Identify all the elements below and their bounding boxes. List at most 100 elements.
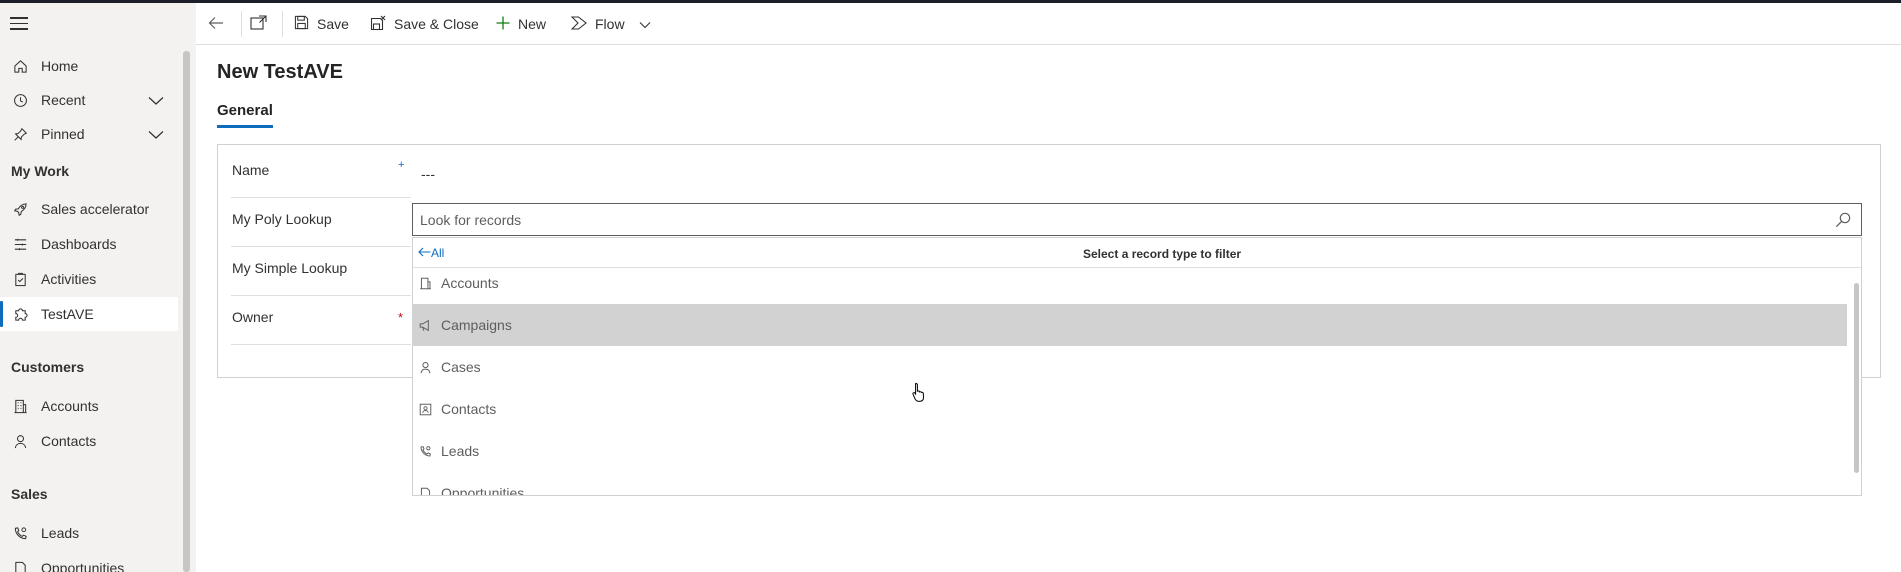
save-close-icon bbox=[370, 15, 386, 34]
clipboard-icon bbox=[10, 272, 30, 287]
sidebar-group-my-work: My Work bbox=[11, 163, 70, 179]
record-type-opportunities[interactable]: Opportunities bbox=[413, 472, 1847, 496]
search-placeholder: Look for records bbox=[420, 211, 522, 228]
document-icon bbox=[419, 487, 433, 495]
open-in-window-icon bbox=[250, 15, 267, 33]
poly-lookup-search-input[interactable]: Look for records bbox=[412, 203, 1862, 236]
sidebar-item-label: Recent bbox=[41, 92, 86, 108]
save-label: Save bbox=[317, 16, 349, 32]
record-type-contacts[interactable]: Contacts bbox=[413, 388, 1847, 430]
phone-person-icon bbox=[10, 526, 30, 541]
chevron-down-icon[interactable] bbox=[639, 16, 651, 32]
hand-pointer-cursor-icon bbox=[912, 382, 926, 405]
flow-label: Flow bbox=[595, 16, 625, 32]
sidebar-item-label: Leads bbox=[41, 525, 80, 541]
required-marker: * bbox=[398, 310, 404, 325]
sidebar-item-recent[interactable]: Recent bbox=[0, 83, 178, 117]
sidebar-item-dashboards[interactable]: Dashboards bbox=[0, 227, 178, 261]
toolbar-divider bbox=[241, 11, 242, 37]
sidebar-item-leads[interactable]: Leads bbox=[0, 516, 178, 550]
field-divider bbox=[231, 197, 411, 198]
sidebar-item-contacts[interactable]: Contacts bbox=[0, 424, 178, 458]
new-label: New bbox=[518, 16, 547, 32]
sidebar-item-label: Opportunities bbox=[41, 560, 125, 572]
sidebar-item-home[interactable]: Home bbox=[0, 49, 178, 83]
open-new-window-button[interactable] bbox=[250, 3, 267, 45]
sidebar-scrollbar[interactable] bbox=[183, 51, 190, 572]
record-type-cases[interactable]: Cases bbox=[413, 346, 1847, 388]
recommended-marker: + bbox=[398, 159, 405, 171]
flow-button[interactable]: Flow bbox=[570, 3, 651, 45]
home-icon bbox=[10, 59, 30, 74]
sidebar-item-label: TestAVE bbox=[41, 306, 94, 322]
pin-icon bbox=[10, 127, 30, 142]
hamburger-menu-icon[interactable] bbox=[10, 17, 28, 31]
chevron-down-icon[interactable] bbox=[148, 127, 164, 143]
save-icon bbox=[294, 15, 309, 33]
new-button[interactable]: New bbox=[496, 3, 546, 45]
rocket-icon bbox=[10, 202, 30, 217]
save-and-close-button[interactable]: Save & Close bbox=[370, 3, 479, 45]
record-type-label: Leads bbox=[441, 443, 480, 459]
owner-field-label: Owner bbox=[232, 309, 274, 325]
all-record-types-link[interactable]: All bbox=[418, 246, 444, 260]
filter-hint: Select a record type to filter bbox=[1083, 247, 1242, 261]
sidebar-group-sales: Sales bbox=[11, 486, 48, 502]
field-divider bbox=[231, 344, 411, 345]
sidebar-item-testave[interactable]: TestAVE bbox=[0, 297, 178, 331]
phone-person-icon bbox=[419, 445, 433, 458]
contact-card-icon bbox=[419, 403, 433, 416]
sidebar-item-sales-accelerator[interactable]: Sales accelerator bbox=[0, 192, 178, 226]
record-type-label: Cases bbox=[441, 359, 481, 375]
poly-lookup-label: My Poly Lookup bbox=[232, 211, 332, 227]
record-type-leads[interactable]: Leads bbox=[413, 430, 1847, 472]
clock-icon bbox=[10, 93, 30, 108]
search-icon[interactable] bbox=[1835, 212, 1851, 231]
record-type-label: Accounts bbox=[441, 275, 499, 291]
sidebar-item-label: Home bbox=[41, 58, 79, 74]
toolbar-divider bbox=[282, 11, 283, 37]
sidebar-item-label: Sales accelerator bbox=[41, 201, 150, 217]
sidebar-group-customers: Customers bbox=[11, 359, 85, 375]
record-type-label: Opportunities bbox=[441, 485, 525, 496]
sidebar-item-label: Activities bbox=[41, 271, 97, 287]
form-area: New TestAVE General Name + --- My Poly L… bbox=[196, 46, 1901, 572]
chevron-down-icon[interactable] bbox=[148, 93, 164, 109]
sidebar-item-accounts[interactable]: Accounts bbox=[0, 389, 178, 423]
field-divider bbox=[231, 246, 411, 247]
field-divider bbox=[231, 295, 411, 296]
site-map-sidebar: Home Recent Pinned My Work Sales acceler… bbox=[0, 3, 196, 572]
sidebar-item-label: Dashboards bbox=[41, 236, 117, 252]
record-type-label: Contacts bbox=[441, 401, 497, 417]
tab-general[interactable]: General bbox=[217, 102, 273, 128]
save-close-label: Save & Close bbox=[394, 16, 479, 32]
dashboard-icon bbox=[10, 237, 30, 252]
name-field-value[interactable]: --- bbox=[421, 166, 435, 182]
all-label: All bbox=[431, 246, 445, 260]
back-button[interactable] bbox=[208, 3, 224, 45]
lookup-record-type-flyout: All Select a record type to filter Accou… bbox=[412, 237, 1862, 496]
flow-icon bbox=[570, 15, 587, 33]
puzzle-icon bbox=[10, 307, 30, 322]
plus-icon bbox=[496, 16, 510, 33]
arrow-left-icon bbox=[208, 16, 224, 33]
sidebar-item-opportunities[interactable]: Opportunities bbox=[0, 551, 178, 572]
person-icon bbox=[419, 361, 433, 374]
person-icon bbox=[10, 434, 30, 449]
building-icon bbox=[10, 399, 30, 414]
record-type-label: Campaigns bbox=[441, 317, 512, 333]
building-icon bbox=[419, 277, 433, 290]
sidebar-item-label: Accounts bbox=[41, 398, 99, 414]
sidebar-item-pinned[interactable]: Pinned bbox=[0, 117, 178, 151]
sidebar-item-label: Pinned bbox=[41, 126, 85, 142]
name-field-label: Name bbox=[232, 162, 270, 178]
record-type-accounts[interactable]: Accounts bbox=[413, 262, 1847, 304]
sidebar-item-activities[interactable]: Activities bbox=[0, 262, 178, 296]
flyout-scrollbar[interactable] bbox=[1854, 283, 1859, 473]
record-type-campaigns[interactable]: Campaigns bbox=[413, 304, 1847, 346]
sidebar-item-label: Contacts bbox=[41, 433, 97, 449]
simple-lookup-label: My Simple Lookup bbox=[232, 260, 348, 276]
document-icon bbox=[10, 561, 30, 572]
save-button[interactable]: Save bbox=[294, 3, 349, 45]
megaphone-icon bbox=[419, 319, 433, 332]
